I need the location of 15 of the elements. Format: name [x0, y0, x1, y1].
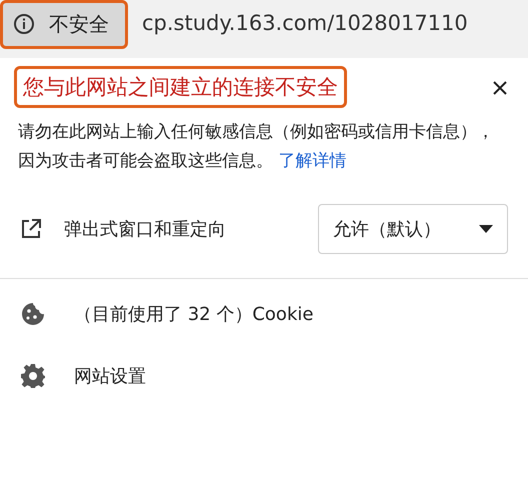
- close-icon[interactable]: [492, 80, 508, 96]
- caret-icon: [479, 225, 493, 233]
- cookie-link[interactable]: （目前使用了 32 个）Cookie: [74, 302, 314, 326]
- url-text[interactable]: cp.study.163.com/1028017110: [142, 11, 468, 35]
- cookie-icon: [20, 301, 46, 327]
- warning-description: 请勿在此网站上输入任何敏感信息（例如密码或信用卡信息），因为攻击者可能会盗取这些信息。 了解详情: [18, 121, 495, 173]
- learn-more-link[interactable]: 了解详情: [278, 151, 346, 171]
- external-link-icon: [20, 218, 42, 240]
- permission-label: 弹出式窗口和重定向: [64, 218, 227, 241]
- info-icon: [13, 13, 35, 35]
- permission-dropdown[interactable]: 允许（默认）: [318, 204, 508, 254]
- settings-icon: [20, 363, 46, 389]
- warning-title: 您与此网站之间建立的连接不安全: [14, 66, 347, 108]
- security-chip[interactable]: 不安全: [0, 0, 128, 48]
- site-settings-link[interactable]: 网站设置: [74, 364, 146, 388]
